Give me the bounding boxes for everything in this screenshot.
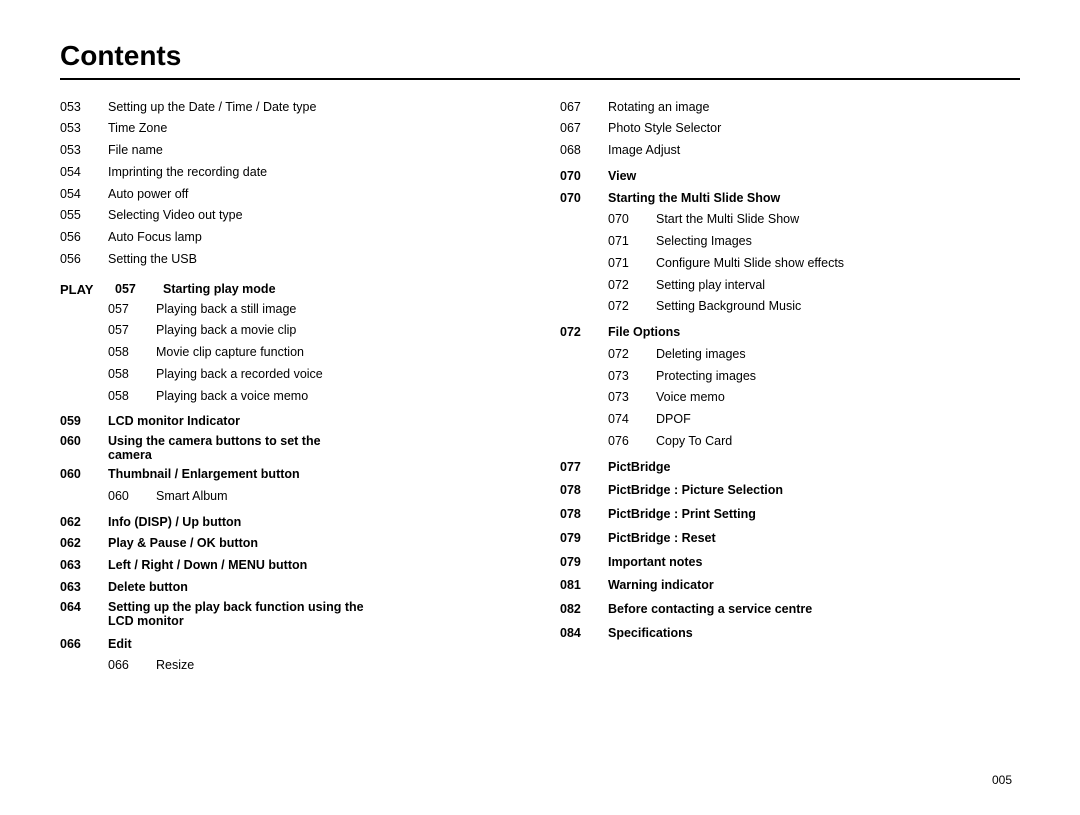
delete-button-entry: 063 Delete button: [60, 578, 520, 597]
left-top-entry: 053Setting up the Date / Time / Date typ…: [60, 98, 520, 117]
playback-line2: LCD monitor: [108, 614, 364, 628]
page-title: Contents: [60, 40, 1020, 72]
page-number: 005: [992, 773, 1012, 787]
right-bold-entry: 079PictBridge : Reset: [560, 529, 1020, 548]
right-bold-entry: 081Warning indicator: [560, 576, 1020, 595]
right-bold-entry: 078PictBridge : Print Setting: [560, 505, 1020, 524]
file-sub-entry: 073Voice memo: [560, 388, 1020, 407]
play-heading: Starting play mode: [163, 282, 276, 296]
playback-line1: Setting up the play back function using …: [108, 600, 364, 614]
play-sub-entry: 058Playing back a voice memo: [60, 387, 520, 406]
right-top-entry: 067Photo Style Selector: [560, 119, 1020, 138]
play-sub-entry: 058Movie clip capture function: [60, 343, 520, 362]
smart-album-entry: 060 Smart Album: [60, 487, 520, 506]
play-section-header: PLAY 057 Starting play mode: [60, 282, 520, 297]
left-column: 053Setting up the Date / Time / Date typ…: [60, 98, 520, 679]
resize-entry: 066 Resize: [60, 656, 520, 675]
playback-function-entry: 064 Setting up the play back function us…: [60, 600, 520, 628]
right-bold-entry: 077PictBridge: [560, 458, 1020, 477]
thumbnail-entry: 060 Thumbnail / Enlargement button: [60, 465, 520, 484]
left-right-entry: 063 Left / Right / Down / MENU button: [60, 556, 520, 575]
lcd-indicator-entry: 059 LCD monitor Indicator: [60, 412, 520, 431]
left-top-entry: 054Auto power off: [60, 185, 520, 204]
right-top-entry: 068Image Adjust: [560, 141, 1020, 160]
play-pause-entry: 062 Play & Pause / OK button: [60, 534, 520, 553]
right-bold-entry: 082Before contacting a service centre: [560, 600, 1020, 619]
file-sub-entry: 073Protecting images: [560, 367, 1020, 386]
left-top-entry: 053File name: [60, 141, 520, 160]
file-sub-entry: 074DPOF: [560, 410, 1020, 429]
left-top-entries: 053Setting up the Date / Time / Date typ…: [60, 98, 520, 269]
right-bold-entry: 079Important notes: [560, 553, 1020, 572]
left-top-entry: 056Auto Focus lamp: [60, 228, 520, 247]
play-label: PLAY: [60, 282, 115, 297]
view-entry: 070 View: [560, 167, 1020, 186]
file-sub-entries: 072Deleting images 073Protecting images 07…: [560, 345, 1020, 451]
camera-buttons-line2: camera: [108, 448, 321, 462]
file-sub-entry: 076Copy To Card: [560, 432, 1020, 451]
multi-sub-entry: 071Configure Multi Slide show effects: [560, 254, 1020, 273]
right-column: 067Rotating an image 067Photo Style Selec…: [560, 98, 1020, 679]
play-sub-entries: 057Playing back a still image 057Playing …: [60, 300, 520, 406]
multi-sub-entry: 071Selecting Images: [560, 232, 1020, 251]
play-sub-entry: 057Playing back a still image: [60, 300, 520, 319]
right-bold-entries: 077PictBridge 078PictBridge : Picture Sel…: [560, 458, 1020, 648]
multi-slide-show-entry: 070 Starting the Multi Slide Show: [560, 189, 1020, 208]
left-top-entry: 054Imprinting the recording date: [60, 163, 520, 182]
play-sub-entry: 058Playing back a recorded voice: [60, 365, 520, 384]
multi-sub-entry: 070Start the Multi Slide Show: [560, 210, 1020, 229]
multi-sub-entry: 072Setting Background Music: [560, 297, 1020, 316]
play-num: 057: [115, 282, 163, 296]
camera-buttons-line1: Using the camera buttons to set the: [108, 434, 321, 448]
title-divider: [60, 78, 1020, 80]
left-top-entry: 053Time Zone: [60, 119, 520, 138]
multi-sub-entry: 072Setting play interval: [560, 276, 1020, 295]
right-bold-entry: 084Specifications: [560, 624, 1020, 643]
right-top-entries: 067Rotating an image 067Photo Style Selec…: [560, 98, 1020, 160]
file-sub-entry: 072Deleting images: [560, 345, 1020, 364]
multi-sub-entries: 070Start the Multi Slide Show 071Selectin…: [560, 210, 1020, 316]
left-top-entry: 055Selecting Video out type: [60, 206, 520, 225]
left-top-entry: 056Setting the USB: [60, 250, 520, 269]
info-disp-entry: 062 Info (DISP) / Up button: [60, 513, 520, 532]
play-sub-entry: 057Playing back a movie clip: [60, 321, 520, 340]
file-options-entry: 072 File Options: [560, 323, 1020, 342]
edit-entry: 066 Edit: [60, 635, 520, 654]
right-bold-entry: 078PictBridge : Picture Selection: [560, 481, 1020, 500]
right-top-entry: 067Rotating an image: [560, 98, 1020, 117]
camera-buttons-entry: 060 Using the camera buttons to set the …: [60, 434, 520, 462]
